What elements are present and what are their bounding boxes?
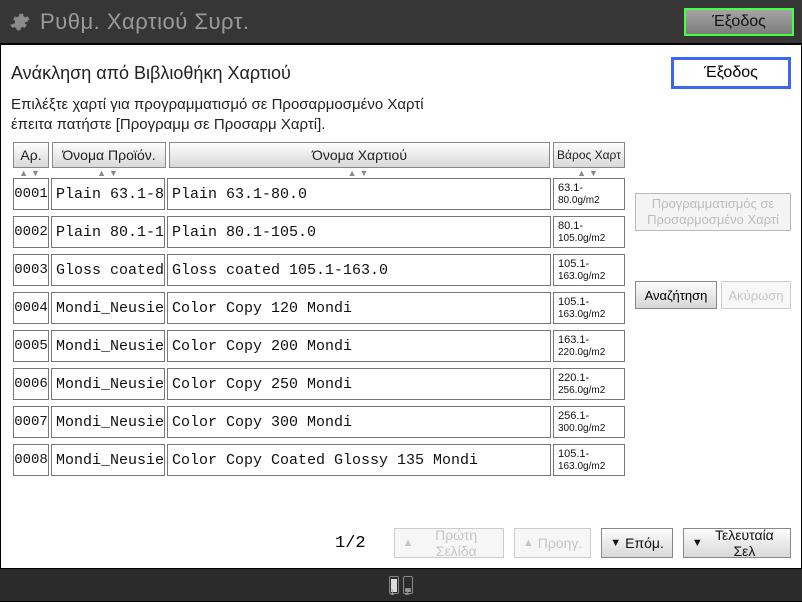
table-row[interactable]: 0002Plain 80.1-10…Plain 80.1-105.080.1-1… [13, 216, 625, 248]
cell-name: Color Copy Coated Glossy 135 Mondi [167, 444, 551, 476]
triangle-up-icon: ▲ [523, 537, 534, 549]
cell-no: 0004 [13, 292, 49, 324]
cell-name: Plain 80.1-105.0 [167, 216, 551, 248]
table-row[interactable]: 0006Mondi_Neusied…Color Copy 250 Mondi22… [13, 368, 625, 400]
col-header-weight[interactable]: Βάρος Χαρτ [553, 142, 625, 168]
cell-no: 0007 [13, 406, 49, 438]
col-header-name[interactable]: Όνομα Χαρτιού [169, 142, 550, 168]
cell-product: Mondi_Neusied… [51, 368, 165, 400]
cell-product: Mondi_Neusied… [51, 406, 165, 438]
triangle-down-icon: ▼ [610, 537, 621, 549]
tray-1-label: 1 [390, 588, 394, 597]
cell-no: 0006 [13, 368, 49, 400]
topbar-exit-button[interactable]: Έξοδος [684, 8, 794, 36]
cell-no: 0008 [13, 444, 49, 476]
cell-weight: 220.1-256.0g/m2 [553, 368, 625, 400]
program-label-2: Προσαρμοσμένο Χαρτί [636, 212, 790, 228]
cell-product: Mondi_Neusied… [51, 444, 165, 476]
table-row[interactable]: 0005Mondi_Neusied…Color Copy 200 Mondi16… [13, 330, 625, 362]
triangle-up-icon: ▲ [403, 537, 414, 549]
col-header-no[interactable]: Αρ. [13, 142, 49, 168]
cell-no: 0002 [13, 216, 49, 248]
cell-product: Plain 63.1-80… [51, 178, 165, 210]
program-label-1: Προγραμματισμός σε [636, 196, 790, 212]
next-page-button[interactable]: ▼Επόμ. [601, 528, 673, 558]
table-row[interactable]: 0007Mondi_Neusied…Color Copy 300 Mondi25… [13, 406, 625, 438]
gear-icon [8, 11, 30, 33]
cell-name: Gloss coated 105.1-163.0 [167, 254, 551, 286]
panel-title: Ανάκληση από Βιβλιοθήκη Χαρτιού [11, 63, 291, 84]
page-count: 1/2 [335, 534, 366, 553]
cell-no: 0005 [13, 330, 49, 362]
search-button[interactable]: Αναζήτηση [635, 281, 717, 309]
sort-indicator: ▲▼ [169, 168, 550, 178]
cell-weight: 105.1-163.0g/m2 [553, 292, 625, 324]
cell-weight: 105.1-163.0g/m2 [553, 254, 625, 286]
instruction-line-2: έπειτα πατήστε [Προγραμμ σε Προσαρμ Χαρτ… [11, 115, 791, 135]
cell-name: Color Copy 200 Mondi [167, 330, 551, 362]
panel-exit-button[interactable]: Έξοδος [671, 57, 791, 89]
cell-product: Mondi_Neusied… [51, 292, 165, 324]
sort-indicator: ▲▼ [13, 168, 49, 178]
table-row[interactable]: 0001Plain 63.1-80…Plain 63.1-80.063.1-80… [13, 178, 625, 210]
cell-weight: 80.1-105.0g/m2 [553, 216, 625, 248]
cell-name: Color Copy 120 Mondi [167, 292, 551, 324]
instruction-line-1: Επιλέξτε χαρτί για προγραμματισμό σε Προ… [11, 95, 791, 115]
cell-product: Gloss coated … [51, 254, 165, 286]
cell-product: Mondi_Neusied… [51, 330, 165, 362]
first-page-button: ▲Πρώτη Σελίδα [394, 528, 504, 558]
triangle-down-icon: ▼ [692, 537, 703, 549]
cell-no: 0003 [13, 254, 49, 286]
table-row[interactable]: 0004Mondi_Neusied…Color Copy 120 Mondi10… [13, 292, 625, 324]
program-custom-paper-button: Προγραμματισμός σε Προσαρμοσμένο Χαρτί [635, 193, 791, 231]
table-row[interactable]: 0008Mondi_Neusied…Color Copy Coated Glos… [13, 444, 625, 476]
cell-weight: 256.1-300.0g/m2 [553, 406, 625, 438]
cell-no: 0001 [13, 178, 49, 210]
col-header-product[interactable]: Όνομα Προϊόν. [52, 142, 166, 168]
cancel-button: Ακύρωση [721, 281, 791, 309]
sort-indicator: ▲▼ [52, 168, 166, 178]
last-page-button[interactable]: ▼Τελευταία Σελ [683, 528, 791, 558]
cell-name: Plain 63.1-80.0 [167, 178, 551, 210]
cell-weight: 63.1-80.0g/m2 [553, 178, 625, 210]
cell-name: Color Copy 300 Mondi [167, 406, 551, 438]
cell-weight: 105.1-163.0g/m2 [553, 444, 625, 476]
table-row[interactable]: 0003Gloss coated …Gloss coated 105.1-163… [13, 254, 625, 286]
window-title: Ρυθμ. Χαρτιού Συρτ. [40, 9, 684, 35]
prev-page-button: ▲Προηγ. [514, 528, 591, 558]
sort-indicator: ▲▼ [553, 168, 625, 178]
cell-weight: 163.1-220.0g/m2 [553, 330, 625, 362]
instructions: Επιλέξτε χαρτί για προγραμματισμό σε Προ… [11, 95, 791, 134]
cell-product: Plain 80.1-10… [51, 216, 165, 248]
cell-name: Color Copy 250 Mondi [167, 368, 551, 400]
tray-2-label: 2 [405, 588, 409, 597]
